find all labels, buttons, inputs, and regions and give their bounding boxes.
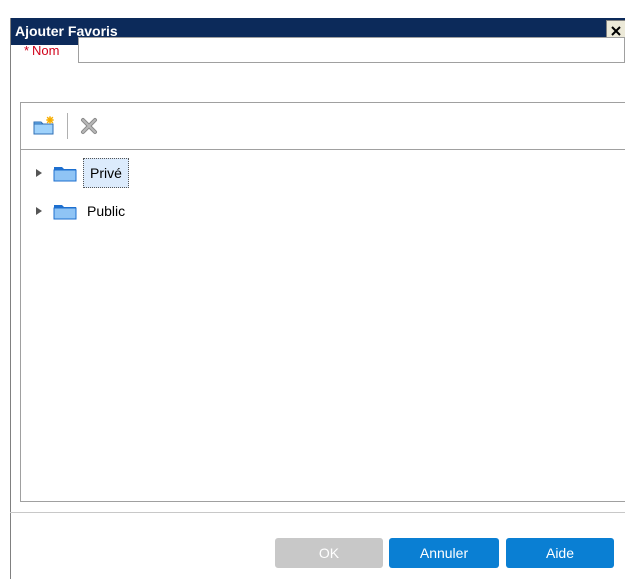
tree-item-label: Public [87,203,126,219]
cancel-button[interactable]: Annuler [389,538,499,568]
tree-toolbar [21,103,625,150]
name-label: Nom [32,43,60,58]
name-input[interactable] [78,37,625,63]
tree-item-public[interactable]: Public [33,197,129,225]
required-marker: * [24,43,30,58]
folder-tree-panel: Privé Public [20,102,625,502]
help-button[interactable]: Aide [506,538,614,568]
name-row: * Nom [10,35,625,65]
ok-button[interactable]: OK [275,538,383,568]
expand-arrow-icon[interactable] [33,205,45,217]
tree-item-prive[interactable]: Privé [33,158,129,188]
folder-icon [53,205,77,220]
toolbar-separator [67,113,68,139]
new-folder-button[interactable] [31,113,57,139]
folder-icon [53,167,77,182]
tree-item-label: Privé [83,158,129,188]
new-folder-icon [33,116,54,135]
footer-divider [10,512,625,513]
expand-arrow-icon[interactable] [33,167,45,179]
delete-button[interactable] [76,113,102,139]
delete-icon [81,118,97,134]
